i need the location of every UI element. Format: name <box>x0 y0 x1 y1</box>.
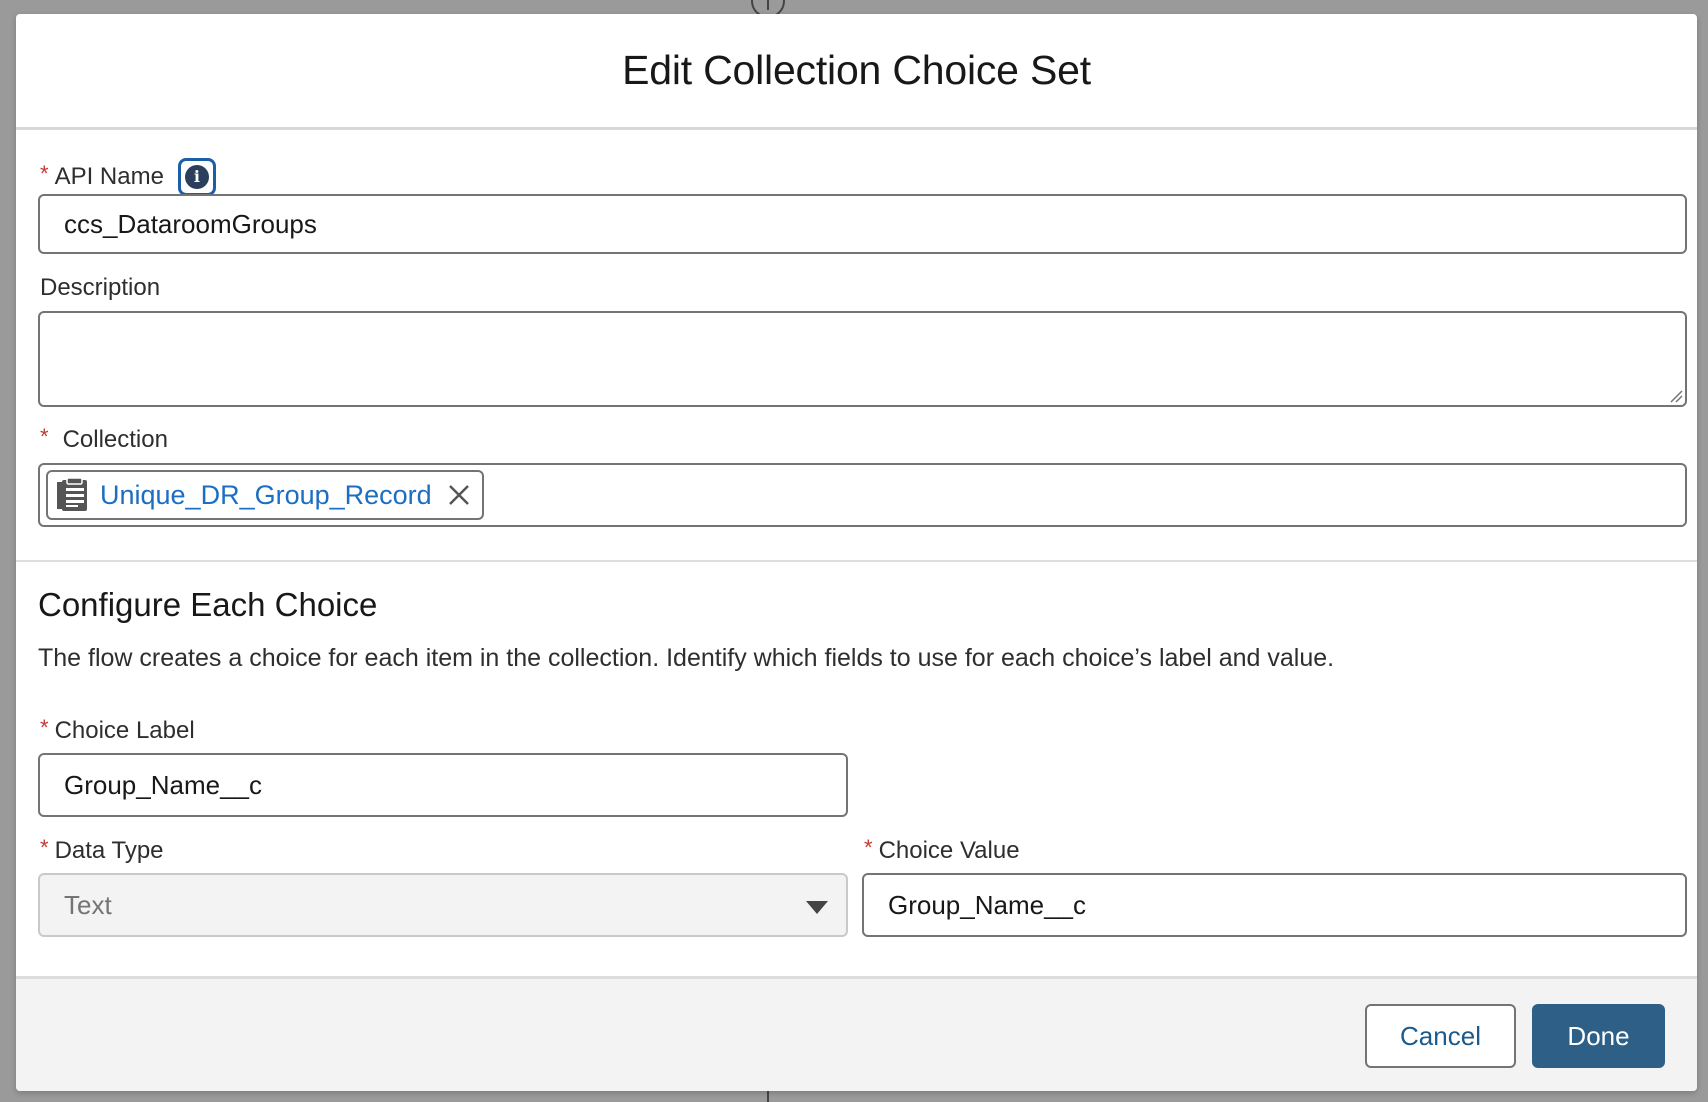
cancel-button[interactable]: Cancel <box>1365 1004 1516 1068</box>
api-name-label: * API Name i <box>40 158 216 196</box>
modal-header: Edit Collection Choice Set <box>16 14 1697 130</box>
api-name-label-text: API Name <box>54 163 164 190</box>
required-indicator: * <box>40 161 49 186</box>
required-indicator: * <box>40 715 49 740</box>
resize-grip-icon[interactable] <box>1669 389 1683 403</box>
choice-value-input[interactable]: Group_Name__c <box>862 873 1687 937</box>
description-textarea[interactable] <box>38 311 1687 407</box>
modal-title: Edit Collection Choice Set <box>622 47 1091 93</box>
data-type-label-text: Data Type <box>54 837 164 864</box>
description-label-text: Description <box>40 274 161 301</box>
choice-label-label: * Choice Label <box>40 715 195 745</box>
edit-collection-choice-set-modal: Edit Collection Choice Set * API Name i … <box>16 14 1697 1091</box>
api-name-value: ccs_DataroomGroups <box>64 208 317 239</box>
choice-value-value: Group_Name__c <box>888 889 1086 920</box>
choice-label-input[interactable]: Group_Name__c <box>38 753 848 817</box>
required-indicator: * <box>864 835 873 860</box>
data-type-value: Text <box>64 889 112 920</box>
chevron-down-icon <box>806 901 828 914</box>
description-label: Description <box>40 274 160 302</box>
collection-label-text: Collection <box>62 426 168 453</box>
collection-label: * Collection <box>40 424 168 454</box>
required-indicator: * <box>40 424 49 449</box>
choice-label-value: Group_Name__c <box>64 769 262 800</box>
choice-value-label-text: Choice Value <box>878 837 1020 864</box>
info-icon[interactable]: i <box>177 158 216 196</box>
collection-pill[interactable]: Unique_DR_Group_Record <box>46 470 484 520</box>
data-type-select: Text <box>38 873 848 937</box>
close-icon[interactable] <box>446 482 472 508</box>
required-indicator: * <box>40 835 49 860</box>
choice-label-label-text: Choice Label <box>54 717 195 744</box>
collection-icon <box>57 477 87 511</box>
collection-pill-label[interactable]: Unique_DR_Group_Record <box>100 480 432 511</box>
api-name-input[interactable]: ccs_DataroomGroups <box>38 194 1687 254</box>
done-button[interactable]: Done <box>1532 1004 1665 1068</box>
modal-footer: Cancel Done <box>16 976 1697 1091</box>
section-divider <box>16 560 1697 562</box>
info-glyph: i <box>184 165 209 189</box>
choice-value-label: * Choice Value <box>864 835 1020 865</box>
collection-lookup[interactable]: Unique_DR_Group_Record <box>38 463 1687 527</box>
configure-section-title: Configure Each Choice <box>38 586 378 623</box>
data-type-label: * Data Type <box>40 835 164 865</box>
modal-body: * API Name i ccs_DataroomGroups Descript… <box>16 130 1697 976</box>
configure-section-description: The flow creates a choice for each item … <box>38 644 1335 672</box>
